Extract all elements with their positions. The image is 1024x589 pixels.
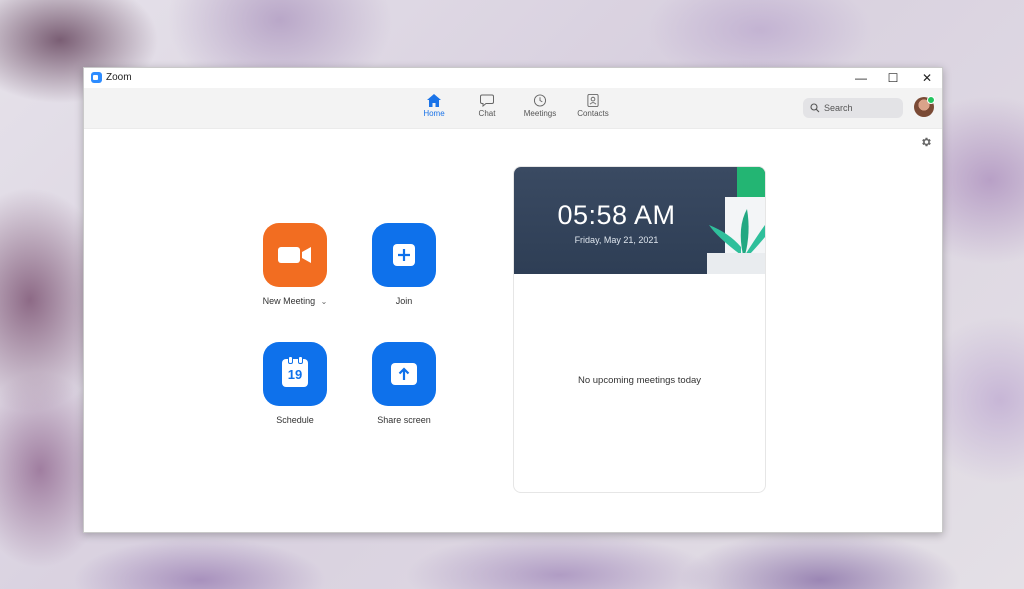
presence-status-icon: [927, 96, 935, 104]
title-bar: Zoom — ☐ ✕: [84, 68, 942, 88]
clock-header: 05:58 AM Friday, May 21, 2021: [514, 167, 765, 274]
share-screen-action: Share screen: [354, 342, 454, 425]
search-input[interactable]: Search: [803, 98, 903, 118]
minimize-button[interactable]: —: [844, 68, 878, 88]
new-meeting-button[interactable]: [263, 223, 327, 287]
search-placeholder: Search: [824, 103, 853, 113]
tab-home-label: Home: [423, 109, 445, 118]
zoom-logo-icon: [91, 72, 102, 83]
clock-icon: [533, 94, 547, 107]
maximize-button[interactable]: ☐: [876, 68, 910, 88]
schedule-action: 19 Schedule: [245, 342, 345, 425]
join-action: Join: [354, 223, 454, 306]
join-label: Join: [395, 296, 413, 306]
tab-chat-label: Chat: [478, 109, 496, 118]
tab-chat[interactable]: Chat: [462, 94, 512, 118]
clock-date: Friday, May 21, 2021: [574, 235, 659, 245]
new-meeting-label: New Meeting ⌄: [262, 296, 328, 306]
plus-icon: [393, 244, 415, 266]
contacts-icon: [587, 94, 599, 107]
schedule-button[interactable]: 19: [263, 342, 327, 406]
share-screen-button[interactable]: [372, 342, 436, 406]
share-screen-label: Share screen: [377, 415, 431, 425]
home-icon: [427, 94, 441, 107]
zoom-window: Zoom — ☐ ✕ Home Chat Meetings Contacts S…: [83, 67, 943, 533]
upload-arrow-icon: [391, 363, 417, 385]
settings-gear-icon[interactable]: [920, 136, 932, 148]
tab-contacts[interactable]: Contacts: [568, 94, 618, 118]
top-navigation: Home Chat Meetings Contacts Search: [84, 88, 942, 129]
tab-meetings-label: Meetings: [523, 109, 557, 118]
search-icon: [810, 103, 820, 113]
new-meeting-action: New Meeting ⌄: [245, 223, 345, 306]
schedule-label: Schedule: [276, 415, 314, 425]
tab-meetings[interactable]: Meetings: [515, 94, 565, 118]
clock-time: 05:58 AM: [557, 200, 676, 230]
chat-icon: [480, 94, 494, 107]
upcoming-meetings-card: 05:58 AM Friday, May 21, 2021 No upcomin…: [513, 166, 766, 493]
chevron-down-icon[interactable]: ⌄: [321, 297, 328, 306]
tab-home[interactable]: Home: [409, 94, 459, 118]
window-title: Zoom: [106, 72, 132, 83]
tab-contacts-label: Contacts: [577, 109, 609, 118]
calendar-day: 19: [287, 367, 303, 382]
join-button[interactable]: [372, 223, 436, 287]
close-button[interactable]: ✕: [910, 68, 944, 88]
video-camera-icon: [278, 247, 311, 263]
plant-illustration-icon: [707, 167, 765, 274]
calendar-icon: 19: [282, 356, 308, 387]
no-meetings-message: No upcoming meetings today: [577, 375, 702, 386]
avatar[interactable]: [914, 96, 935, 117]
